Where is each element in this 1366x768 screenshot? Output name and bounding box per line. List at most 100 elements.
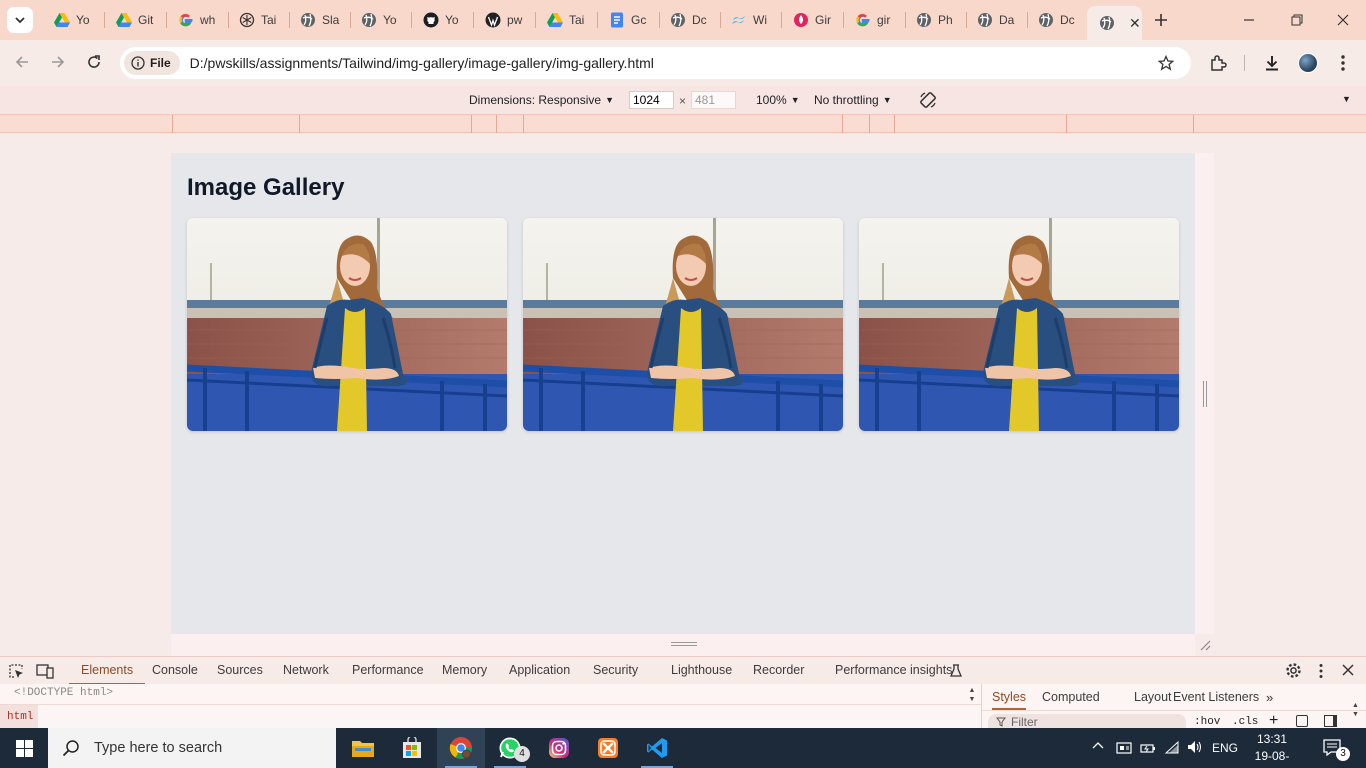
devtools-tab-application[interactable]: Application bbox=[509, 657, 570, 685]
tab-10[interactable]: Gc bbox=[599, 8, 660, 32]
tab-1[interactable]: Yo bbox=[44, 8, 105, 32]
clock[interactable]: 13:31 19-08-2024 bbox=[1242, 731, 1302, 768]
gallery-image-2[interactable] bbox=[523, 218, 843, 431]
resize-strip-right[interactable] bbox=[1195, 153, 1214, 634]
styles-scrollbar[interactable]: ▲ ▼ bbox=[1352, 701, 1359, 719]
bookmark-star-icon[interactable] bbox=[1158, 55, 1174, 71]
devtools-tab-elements[interactable]: Elements bbox=[69, 657, 146, 685]
throttling-dropdown[interactable]: No throttling ▼ bbox=[814, 93, 892, 107]
minimize-button[interactable] bbox=[1229, 10, 1269, 30]
emulated-page: Image Gallery bbox=[171, 153, 1195, 634]
browser-menu-icon[interactable] bbox=[1339, 54, 1347, 72]
address-bar[interactable]: File D:/pwskills/assignments/Tailwind/im… bbox=[120, 47, 1191, 79]
extensions-icon[interactable] bbox=[1209, 54, 1227, 72]
tab-6[interactable]: Yo bbox=[351, 8, 412, 32]
devtools-tab-security[interactable]: Security bbox=[593, 657, 638, 685]
styles-tab-event-listeners[interactable]: Event Listeners bbox=[1173, 684, 1259, 710]
tab-search-button[interactable] bbox=[7, 7, 33, 33]
viewport-height-input[interactable] bbox=[691, 91, 736, 109]
devtools-tab-memory[interactable]: Memory bbox=[442, 657, 487, 685]
tab-2[interactable]: Git bbox=[106, 8, 167, 32]
styles-tab-computed[interactable]: Computed bbox=[1042, 684, 1100, 710]
gallery-image-1[interactable] bbox=[187, 218, 507, 431]
doctype-node[interactable]: <!DOCTYPE html> bbox=[14, 687, 113, 699]
devtools-tab-performance-insights[interactable]: Performance insights bbox=[835, 657, 952, 685]
tab-14[interactable]: gir bbox=[845, 8, 906, 32]
hov-toggle[interactable]: :hov bbox=[1194, 716, 1220, 728]
resize-strip-bottom[interactable] bbox=[171, 634, 1211, 656]
resize-handle-right[interactable] bbox=[1203, 381, 1207, 407]
device-toolbar-more-icon[interactable]: ▼ bbox=[1342, 94, 1351, 104]
restore-button[interactable] bbox=[1277, 10, 1317, 30]
chrome-taskbar-icon[interactable] bbox=[437, 728, 485, 768]
start-button[interactable] bbox=[0, 728, 48, 768]
tab-3[interactable]: wh bbox=[168, 8, 229, 32]
notification-center-icon[interactable]: 3 bbox=[1323, 739, 1350, 761]
styles-tab-layout[interactable]: Layout bbox=[1134, 684, 1172, 710]
devtools-tab-performance[interactable]: Performance bbox=[352, 657, 424, 685]
profile-avatar[interactable] bbox=[1298, 53, 1318, 73]
elements-scrollbar[interactable]: ▲ ▼ bbox=[966, 686, 978, 704]
rotate-icon[interactable] bbox=[919, 91, 937, 109]
cls-toggle[interactable]: .cls bbox=[1232, 716, 1258, 728]
devtools-tab-network[interactable]: Network bbox=[283, 657, 329, 685]
devtools-tab-sources[interactable]: Sources bbox=[217, 657, 263, 685]
styles-more-icon[interactable]: » bbox=[1266, 690, 1273, 705]
resize-handle-bottom[interactable] bbox=[671, 642, 697, 646]
instagram-icon[interactable] bbox=[535, 728, 583, 768]
volume-icon[interactable] bbox=[1187, 740, 1203, 754]
close-tab-icon[interactable]: ✕ bbox=[1129, 15, 1141, 32]
download-icon[interactable] bbox=[1263, 54, 1281, 72]
show-hidden-icons[interactable] bbox=[1092, 740, 1104, 752]
back-button[interactable] bbox=[10, 50, 34, 74]
zoom-dropdown[interactable]: 100% ▼ bbox=[756, 93, 800, 107]
forward-button[interactable] bbox=[46, 50, 70, 74]
tab-15[interactable]: Ph bbox=[906, 8, 967, 32]
styles-tab-styles[interactable]: Styles bbox=[992, 684, 1027, 710]
tab-16[interactable]: Da bbox=[967, 8, 1028, 32]
tab-11[interactable]: Dc bbox=[660, 8, 721, 32]
close-window-button[interactable] bbox=[1323, 10, 1363, 30]
close-icon bbox=[1337, 14, 1349, 26]
wifi-icon[interactable] bbox=[1164, 740, 1180, 754]
language-indicator[interactable]: ENG bbox=[1212, 741, 1238, 755]
tab-17[interactable]: Dc bbox=[1028, 8, 1089, 32]
computed-styles-icon[interactable] bbox=[1296, 715, 1308, 727]
breadcrumb-html[interactable]: html bbox=[0, 705, 38, 729]
elements-panel[interactable]: <!DOCTYPE html> ▲ ▼ html bbox=[0, 684, 981, 729]
tab-5[interactable]: Sla bbox=[290, 8, 351, 32]
tab-12[interactable]: Wi bbox=[721, 8, 782, 32]
url-text[interactable]: D:/pwskills/assignments/Tailwind/img-gal… bbox=[190, 55, 654, 71]
media-query-bar[interactable] bbox=[0, 114, 1366, 133]
tab-8[interactable]: pw bbox=[475, 8, 536, 32]
tab-7[interactable]: Yo bbox=[413, 8, 474, 32]
site-info-chip[interactable]: File bbox=[124, 51, 180, 75]
device-toggle-icon[interactable] bbox=[36, 663, 54, 679]
resize-corner-icon[interactable] bbox=[1199, 639, 1211, 651]
tray-app-icon[interactable] bbox=[1116, 740, 1132, 756]
microsoft-store-icon[interactable] bbox=[388, 728, 436, 768]
devtools-tab-lighthouse[interactable]: Lighthouse bbox=[671, 657, 732, 685]
file-explorer-icon[interactable] bbox=[339, 728, 387, 768]
tab-active[interactable]: ✕ bbox=[1087, 6, 1142, 40]
devtools-tab-console[interactable]: Console bbox=[152, 657, 198, 685]
viewport-width-input[interactable] bbox=[629, 91, 674, 109]
settings-gear-icon[interactable] bbox=[1285, 662, 1302, 679]
vscode-icon[interactable] bbox=[633, 728, 681, 768]
taskbar-search[interactable]: Type here to search bbox=[48, 728, 336, 768]
tab-9[interactable]: Tai bbox=[537, 8, 598, 32]
devtools-menu-icon[interactable] bbox=[1318, 663, 1324, 679]
sidebar-toggle-icon[interactable] bbox=[1324, 715, 1337, 727]
whatsapp-icon[interactable]: 4 bbox=[486, 728, 534, 768]
gallery-image-3[interactable] bbox=[859, 218, 1179, 431]
tab-4[interactable]: Tai bbox=[229, 8, 290, 32]
xampp-icon[interactable] bbox=[584, 728, 632, 768]
devtools-tab-recorder[interactable]: Recorder bbox=[753, 657, 804, 685]
reload-button[interactable] bbox=[82, 50, 106, 74]
close-devtools-icon[interactable] bbox=[1342, 664, 1354, 676]
tab-13[interactable]: Gir bbox=[783, 8, 844, 32]
battery-icon[interactable] bbox=[1140, 741, 1156, 755]
dimensions-dropdown[interactable]: Dimensions: Responsive ▼ bbox=[469, 93, 614, 107]
inspect-element-icon[interactable] bbox=[8, 663, 24, 679]
new-tab-button[interactable] bbox=[1150, 9, 1172, 31]
